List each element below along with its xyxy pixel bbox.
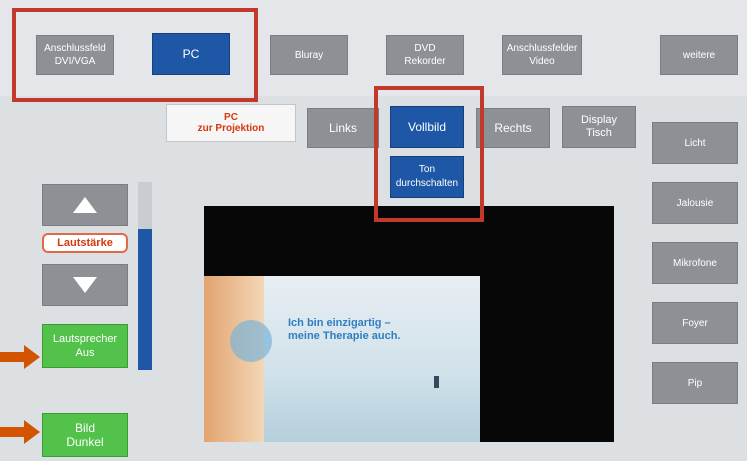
- lautsprecher-aus-button[interactable]: Lautsprecher Aus: [42, 324, 128, 368]
- distant-person-icon: [434, 376, 439, 388]
- preview-headline-line2: meine Therapie auch.: [288, 330, 401, 342]
- preview-image: Ich bin einzigartig – meine Therapie auc…: [204, 276, 480, 442]
- pip-button[interactable]: Pip: [652, 362, 738, 404]
- pointer-arrow-tail-1: [0, 352, 26, 362]
- volume-down-button[interactable]: [42, 264, 128, 306]
- arrow-up-icon: [73, 197, 97, 213]
- preview-screen: Ich bin einzigartig – meine Therapie auc…: [204, 206, 614, 442]
- pointer-arrow-icon: [24, 420, 40, 444]
- volume-up-button[interactable]: [42, 184, 128, 226]
- volume-slider-fill: [138, 229, 152, 370]
- tab-pc-title: PC: [224, 112, 238, 123]
- links-button[interactable]: Links: [307, 108, 379, 148]
- rechts-button[interactable]: Rechts: [476, 108, 550, 148]
- source-weitere-button[interactable]: weitere: [660, 35, 738, 75]
- display-tisch-button[interactable]: Display Tisch: [562, 106, 636, 148]
- foyer-button[interactable]: Foyer: [652, 302, 738, 344]
- bild-dunkel-button[interactable]: Bild Dunkel: [42, 413, 128, 457]
- licht-button[interactable]: Licht: [652, 122, 738, 164]
- source-bluray-button[interactable]: Bluray: [270, 35, 348, 75]
- preview-headline-line1: Ich bin einzigartig –: [288, 317, 391, 329]
- mikrofone-button[interactable]: Mikrofone: [652, 242, 738, 284]
- tab-pc-subtitle: zur Projektion: [197, 123, 265, 134]
- tab-pc-zur-projektion[interactable]: PC zur Projektion: [166, 104, 296, 142]
- source-dvd-rekorder-button[interactable]: DVD Rekorder: [386, 35, 464, 75]
- arrow-down-icon: [73, 277, 97, 293]
- pointer-arrow-tail-2: [0, 427, 26, 437]
- source-anschlussfelder-video-button[interactable]: Anschlussfelder Video: [502, 35, 582, 75]
- volume-slider-track[interactable]: [138, 182, 152, 370]
- preview-headline: Ich bin einzigartig – meine Therapie auc…: [288, 317, 400, 343]
- pointer-arrow-icon: [24, 345, 40, 369]
- volume-label: Lautstärke: [42, 233, 128, 253]
- jalousie-button[interactable]: Jalousie: [652, 182, 738, 224]
- logo-circle-icon: [230, 320, 272, 362]
- annotation-box-vollbild: [374, 86, 484, 222]
- annotation-box-sources: [12, 8, 258, 102]
